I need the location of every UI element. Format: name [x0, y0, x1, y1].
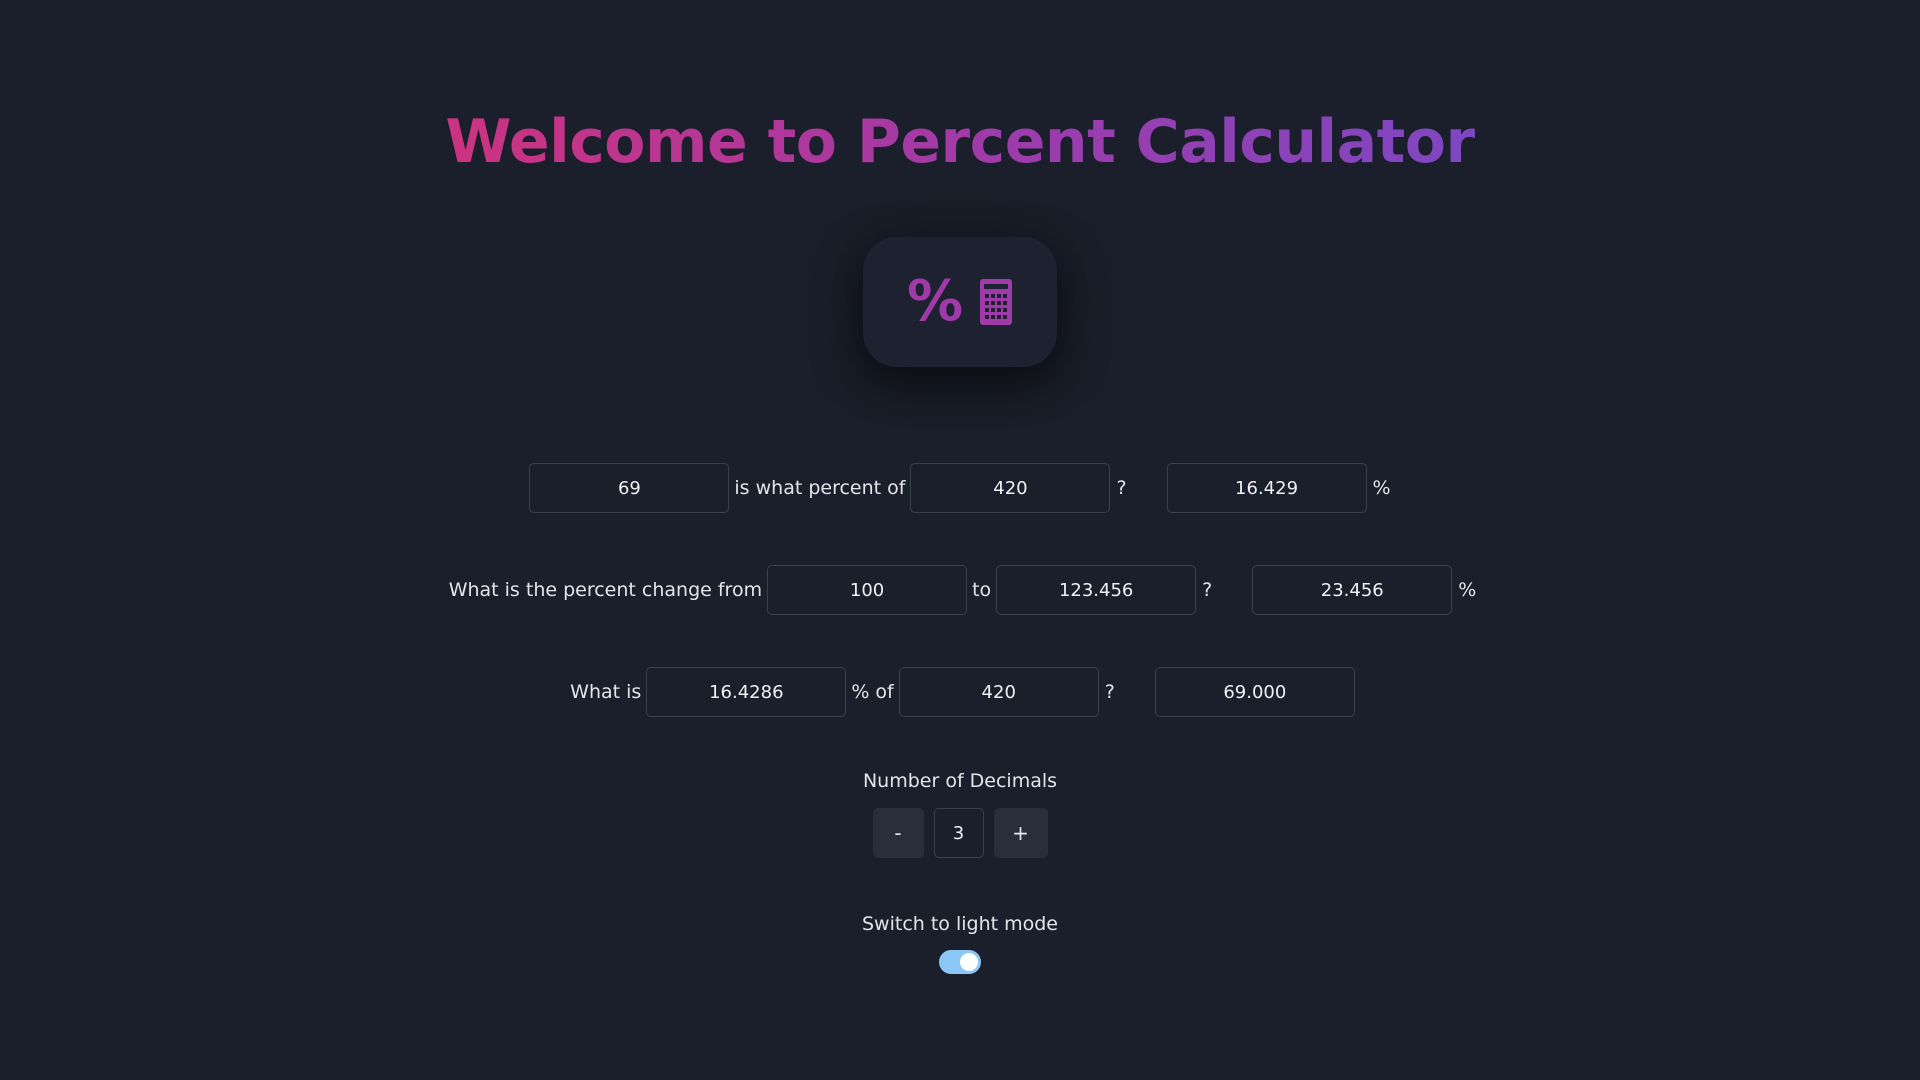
calc2-text-to: to: [972, 579, 992, 601]
calc2-result-field[interactable]: [1252, 565, 1453, 615]
page-title: Welcome to Percent Calculator: [0, 100, 1920, 184]
percent-icon: %: [906, 269, 964, 334]
calc2-text-start: What is the percent change from: [448, 579, 763, 601]
increment-decimals-button[interactable]: +: [993, 808, 1048, 858]
toggle-knob: [960, 953, 978, 971]
page: Welcome to Percent Calculator % is what …: [0, 0, 1920, 1080]
calc3-text-start: What is: [570, 681, 642, 703]
calc2-from-input[interactable]: [767, 565, 968, 615]
calc1-question: ?: [1116, 477, 1127, 499]
calc2-percent-suffix: %: [1458, 579, 1477, 601]
calc1-text-mid: is what percent of: [734, 477, 906, 499]
calc-row-percent-of: What is % of ?: [0, 667, 1920, 717]
calc3-question: ?: [1104, 681, 1115, 703]
calc3-text-of: % of: [851, 681, 894, 703]
app-logo: %: [863, 237, 1057, 367]
calc-row-percent-change: What is the percent change from to ? %: [0, 565, 1920, 615]
decimals-label: Number of Decimals: [862, 770, 1058, 792]
calc3-percent-input[interactable]: [646, 667, 847, 717]
calc-row-what-percent: is what percent of ? %: [0, 463, 1920, 513]
calc2-to-input[interactable]: [996, 565, 1197, 615]
theme-toggle-label: Switch to light mode: [861, 913, 1058, 935]
theme-toggle-switch[interactable]: [939, 950, 981, 974]
calc1-value-b-input[interactable]: [910, 463, 1111, 513]
calc2-question: ?: [1202, 579, 1213, 601]
calc1-value-a-input[interactable]: [529, 463, 730, 513]
decrement-decimals-button[interactable]: -: [872, 808, 924, 858]
calc3-result-field[interactable]: [1154, 667, 1355, 717]
calc3-base-input[interactable]: [898, 667, 1099, 717]
page-title-text: Welcome to Percent Calculator: [445, 107, 1475, 177]
calc1-percent-suffix: %: [1372, 477, 1391, 499]
calculator-icon: [980, 279, 1013, 325]
decimals-value: 3: [933, 808, 984, 858]
calc1-result-field[interactable]: [1166, 463, 1367, 513]
decimals-stepper: - 3 +: [0, 808, 1920, 858]
